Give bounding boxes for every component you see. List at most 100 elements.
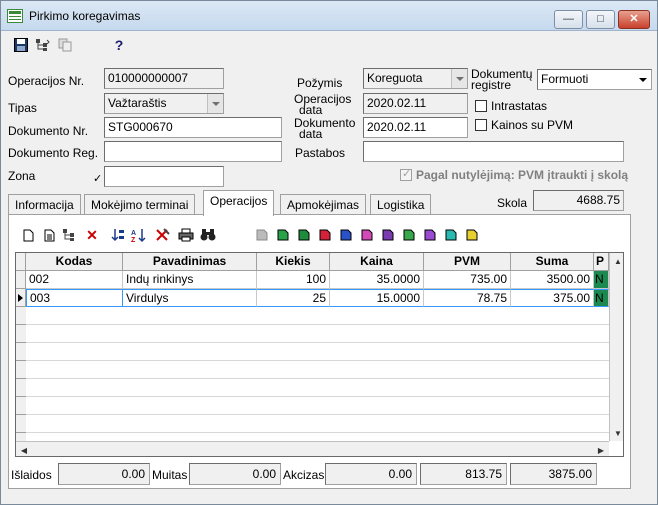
operacijos-data-field[interactable]: 2020.02.11 — [363, 93, 468, 114]
grid-corner — [16, 253, 26, 271]
tab-logistika[interactable]: Logistika — [370, 194, 432, 215]
kainos-su-pvm-checkbox[interactable]: Kainos su PVM — [475, 118, 573, 132]
operacijos-grid[interactable]: Kodas Pavadinimas Kiekis Kaina PVM Suma … — [15, 252, 624, 457]
page-blue-icon[interactable] — [336, 227, 354, 243]
column-header-p[interactable]: P — [594, 253, 609, 271]
horizontal-scrollbar[interactable]: ◀ ▶ — [16, 441, 609, 456]
cell-pvm[interactable]: 78.75 — [424, 289, 511, 307]
column-header-kaina[interactable]: Kaina — [330, 253, 424, 271]
muitas-field[interactable]: 0.00 — [189, 463, 281, 485]
islaidos-label: Išlaidos — [11, 468, 52, 482]
pastabos-field[interactable] — [363, 141, 624, 162]
tab-operacijos[interactable]: Operacijos — [203, 190, 275, 216]
page-red-icon[interactable] — [315, 227, 333, 243]
column-header-kiekis[interactable]: Kiekis — [257, 253, 330, 271]
tab-mokejimo-terminai[interactable]: Mokėjimo terminai — [84, 194, 196, 215]
page-magenta-icon[interactable] — [357, 227, 375, 243]
checkbox-checked-icon[interactable] — [400, 167, 412, 181]
akcizas-label: Akcizas — [283, 468, 325, 482]
cell-suma[interactable]: 375.00 — [511, 289, 594, 307]
maximize-button[interactable]: □ — [586, 10, 615, 29]
cell-pavadinimas[interactable]: Virdulys — [123, 289, 257, 307]
cell-p[interactable]: N — [594, 271, 609, 289]
dokumentu-registre-label-line2: registre — [471, 78, 512, 92]
page-purple-icon[interactable] — [378, 227, 396, 243]
page-purple-icon[interactable] — [420, 227, 438, 243]
edit-document-icon[interactable] — [40, 227, 58, 243]
new-document-icon[interactable] — [19, 227, 37, 243]
delete-icon[interactable]: ✕ — [83, 227, 101, 243]
app-icon — [7, 9, 23, 23]
tipas-select[interactable]: Važtaraštis — [104, 93, 224, 114]
minimize-button[interactable]: — — [554, 10, 583, 29]
empty-rows — [16, 307, 609, 441]
dokumento-data-label-line2: data — [299, 127, 323, 141]
akcizas-field[interactable]: 0.00 — [325, 463, 417, 485]
page-green-icon[interactable] — [399, 227, 417, 243]
cell-p[interactable]: N — [594, 289, 609, 307]
page-green-icon[interactable] — [294, 227, 312, 243]
scroll-right-icon[interactable]: ▶ — [593, 442, 609, 456]
dokumento-reg-field[interactable] — [104, 141, 282, 162]
dokumento-nr-field[interactable]: STG000670 — [104, 117, 282, 138]
close-button[interactable]: ✕ — [618, 10, 650, 29]
chevron-down-icon[interactable] — [451, 69, 467, 88]
column-header-suma[interactable]: Suma — [511, 253, 594, 271]
page-yellow-icon[interactable] — [462, 227, 480, 243]
help-icon[interactable]: ? — [110, 37, 128, 53]
checkbox-icon[interactable] — [475, 119, 487, 131]
cell-kaina[interactable]: 35.0000 — [330, 271, 424, 289]
scroll-up-icon[interactable]: ▲ — [610, 253, 623, 269]
zona-field[interactable] — [104, 166, 224, 187]
row-indicator[interactable] — [16, 271, 26, 289]
title-bar: Pirkimo koregavimas — □ ✕ — [1, 1, 657, 31]
pozymis-select[interactable]: Koreguota — [363, 68, 468, 89]
muitas-label: Muitas — [152, 468, 188, 482]
chevron-down-icon[interactable] — [635, 70, 651, 89]
cell-suma[interactable]: 3500.00 — [511, 271, 594, 289]
suma-total-field: 3875.00 — [510, 463, 597, 485]
tipas-label: Tipas — [8, 101, 37, 115]
tree-icon[interactable] — [34, 37, 52, 53]
row-indicator-current[interactable] — [16, 289, 26, 307]
chevron-down-icon[interactable] — [207, 94, 223, 113]
cell-pavadinimas[interactable]: Indų rinkinys — [123, 271, 257, 289]
vertical-scrollbar[interactable]: ▲ ▼ — [609, 253, 623, 441]
scroll-down-icon[interactable]: ▼ — [610, 425, 623, 441]
operacijos-nr-field[interactable]: 010000000007 — [104, 68, 224, 89]
tree-icon[interactable] — [61, 227, 79, 243]
column-header-pavadinimas[interactable]: Pavadinimas — [123, 253, 257, 271]
dokumento-data-field[interactable]: 2020.02.11 — [363, 117, 468, 138]
column-header-kodas[interactable]: Kodas — [26, 253, 123, 271]
print-icon[interactable] — [177, 227, 195, 243]
scroll-left-icon[interactable]: ◀ — [16, 442, 32, 456]
islaidos-field[interactable]: 0.00 — [58, 463, 150, 485]
sort-icon[interactable] — [109, 227, 127, 243]
save-icon[interactable] — [12, 37, 30, 53]
dokumentu-registre-select[interactable]: Formuoti — [537, 69, 652, 90]
sort-az-icon[interactable]: AZ — [130, 227, 148, 243]
intrastatas-checkbox[interactable]: Intrastatas — [475, 99, 547, 113]
cell-kiekis[interactable]: 100 — [257, 271, 330, 289]
tab-informacija[interactable]: Informacija — [8, 194, 81, 215]
page-teal-icon[interactable] — [441, 227, 459, 243]
cell-kiekis[interactable]: 25 — [257, 289, 330, 307]
operacijos-data-label-line2: data — [299, 103, 323, 117]
clear-filter-icon[interactable] — [154, 227, 172, 243]
dokumento-data-label: Dokumento data — [294, 117, 355, 141]
cell-pvm[interactable]: 735.00 — [424, 271, 511, 289]
column-header-pvm[interactable]: PVM — [424, 253, 511, 271]
binoculars-icon[interactable] — [199, 227, 217, 243]
page-gray-icon[interactable] — [252, 227, 270, 243]
checkbox-icon[interactable] — [475, 100, 487, 112]
svg-text:A: A — [131, 230, 136, 237]
skola-field[interactable]: 4688.75 — [533, 190, 624, 211]
pagal-nutylejima-checkbox[interactable]: Pagal nutylėjimą: PVM įtraukti į skolą — [400, 167, 628, 182]
cell-kodas[interactable]: 002 — [26, 271, 123, 289]
copy-icon[interactable] — [56, 37, 74, 53]
cell-kodas-editing[interactable]: 003 — [26, 289, 123, 307]
tab-apmokejimas[interactable]: Apmokėjimas — [280, 194, 367, 215]
zona-label: Zona — [8, 169, 36, 183]
cell-kaina[interactable]: 15.0000 — [330, 289, 424, 307]
page-green-icon[interactable] — [273, 227, 291, 243]
